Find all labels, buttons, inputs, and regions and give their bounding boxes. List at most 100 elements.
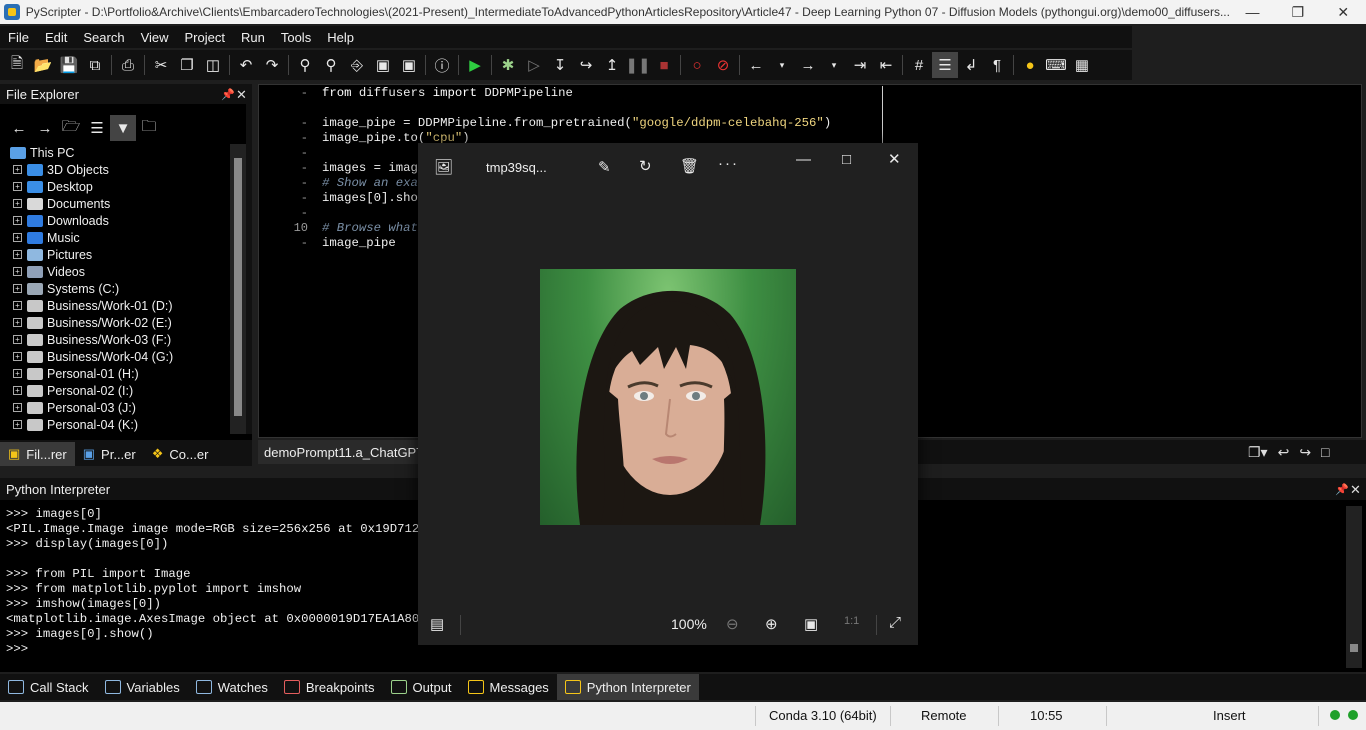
editor-tab-active[interactable]: demoPrompt11.a_ChatGPT (258, 440, 431, 464)
expand-icon[interactable]: + (13, 369, 22, 378)
tree-item[interactable]: + Pictures (0, 246, 230, 263)
run-icon[interactable]: ▶ (462, 52, 488, 78)
tree-item[interactable]: + Business/Work-04 (G:) (0, 348, 230, 365)
new-file-icon[interactable]: 🗎 (4, 52, 30, 78)
interpreter-scrollbar[interactable] (1346, 506, 1362, 668)
tab-watches[interactable]: Watches (188, 674, 276, 700)
open-file-icon[interactable]: 📂 (30, 52, 56, 78)
expand-icon[interactable]: + (13, 267, 22, 276)
filmstrip-icon[interactable]: ▤ (430, 615, 444, 633)
menu-tools[interactable]: Tools (273, 30, 319, 45)
search-panel-icon[interactable]: ▣ (396, 52, 422, 78)
line-numbers-icon[interactable]: ☰ (932, 52, 958, 78)
viewer-maximize-button[interactable]: □ (842, 151, 851, 168)
tab-code-explorer[interactable]: ❖ Co...er (143, 442, 217, 466)
pause-icon[interactable]: ❚❚ (625, 52, 651, 78)
menu-search[interactable]: Search (75, 30, 132, 45)
expand-icon[interactable]: + (13, 284, 22, 293)
info-icon[interactable]: ⓘ (429, 52, 455, 78)
tab-breakpoints[interactable]: Breakpoints (276, 674, 383, 700)
tree-item[interactable]: + Music (0, 229, 230, 246)
toggle-comment-icon[interactable]: # (906, 52, 932, 78)
tab-project-explorer[interactable]: ▣ Pr...er (74, 442, 144, 466)
clear-breakpoints-icon[interactable]: ⊘ (710, 52, 736, 78)
expand-icon[interactable]: + (13, 250, 22, 259)
stop-icon[interactable]: ■ (651, 52, 677, 78)
previous-tab-icon[interactable]: ↩ (1278, 444, 1290, 461)
step-out-icon[interactable]: ↥ (599, 52, 625, 78)
print-icon[interactable]: ⎙ (115, 52, 141, 78)
restore-button[interactable]: ❐ (1275, 0, 1320, 24)
step-into-icon[interactable]: ↧ (547, 52, 573, 78)
tree-item-this-pc[interactable]: This PC (0, 144, 230, 161)
save-icon[interactable]: 💾 (56, 52, 82, 78)
tree-item[interactable]: + Documents (0, 195, 230, 212)
next-tab-icon[interactable]: ↪ (1299, 444, 1311, 461)
new-folder-icon[interactable]: 🗀 (136, 115, 162, 141)
more-options-icon[interactable]: ··· (718, 155, 739, 172)
tab-variables[interactable]: Variables (97, 674, 188, 700)
expand-icon[interactable]: + (13, 199, 22, 208)
forward-dropdown-icon[interactable]: ▾ (821, 52, 847, 78)
menu-edit[interactable]: Edit (37, 30, 75, 45)
view-options-icon[interactable]: ☰ (84, 115, 110, 141)
indent-icon[interactable]: ⇥ (847, 52, 873, 78)
filter-icon[interactable]: ▼ (110, 115, 136, 141)
tree-item[interactable]: + Business/Work-02 (E:) (0, 314, 230, 331)
tree-item[interactable]: +3D Objects (0, 161, 230, 178)
close-panel-icon[interactable]: ✕ (1350, 482, 1361, 498)
find-next-icon[interactable]: ⚲ (318, 52, 344, 78)
tree-item[interactable]: + Desktop (0, 178, 230, 195)
code-line[interactable]: from diffusers import DDPMPipeline (322, 86, 831, 101)
tree-item[interactable]: + Personal-02 (I:) (0, 382, 230, 399)
pin-icon[interactable]: 📌 (1335, 483, 1349, 496)
replace-icon[interactable]: ⎆ (344, 52, 370, 78)
find-icon[interactable]: ⚲ (292, 52, 318, 78)
back-icon[interactable]: ← (743, 52, 769, 78)
tab-output[interactable]: Output (383, 674, 460, 700)
toggle-breakpoint-icon[interactable]: ○ (684, 52, 710, 78)
python-versions-icon[interactable]: ● (1017, 52, 1043, 78)
show-special-chars-icon[interactable]: ¶ (984, 52, 1010, 78)
tree-item[interactable]: + Business/Work-03 (F:) (0, 331, 230, 348)
expand-icon[interactable]: + (13, 352, 22, 361)
expand-icon[interactable]: + (13, 386, 22, 395)
expand-icon[interactable]: + (13, 403, 22, 412)
expand-icon[interactable]: + (13, 318, 22, 327)
layouts-icon[interactable]: ▦ (1069, 52, 1095, 78)
close-button[interactable]: ✕ (1321, 0, 1366, 24)
menu-help[interactable]: Help (319, 30, 362, 45)
engine-mode[interactable]: Remote (921, 708, 967, 723)
delete-icon[interactable]: 🗑 (680, 157, 699, 175)
tree-item[interactable]: + Business/Work-01 (D:) (0, 297, 230, 314)
python-environment[interactable]: Conda 3.10 (64bit) (769, 708, 877, 723)
expand-icon[interactable]: + (13, 216, 22, 225)
dedent-icon[interactable]: ⇤ (873, 52, 899, 78)
zoom-in-icon[interactable]: ⊕ (765, 615, 778, 633)
minimize-button[interactable]: — (1230, 0, 1275, 24)
copy-icon[interactable]: ❐ (174, 52, 200, 78)
expand-icon[interactable]: + (13, 335, 22, 344)
paste-icon[interactable]: ◫ (200, 52, 226, 78)
splitter[interactable] (246, 88, 252, 434)
expand-icon[interactable]: + (13, 301, 22, 310)
fullscreen-icon[interactable]: ⤢ (889, 614, 901, 631)
tree-item[interactable]: + Personal-04 (K:) (0, 416, 230, 433)
interpreter-console[interactable]: >>> images[0] <PIL.Image.Image image mode… (6, 507, 441, 657)
tab-call-stack[interactable]: Call Stack (0, 674, 97, 700)
word-wrap-icon[interactable]: ↲ (958, 52, 984, 78)
viewer-minimize-button[interactable]: — (796, 151, 811, 168)
keyboard-icon[interactable]: ⌨ (1043, 52, 1069, 78)
menu-run[interactable]: Run (233, 30, 273, 45)
code-line[interactable] (322, 101, 831, 116)
code-line[interactable]: image_pipe = DDPMPipeline.from_pretraine… (322, 116, 831, 131)
scrollbar-thumb[interactable] (1350, 644, 1358, 652)
tab-list-icon[interactable]: ❐▾ (1248, 444, 1268, 461)
tab-python-interpreter[interactable]: Python Interpreter (556, 674, 699, 700)
menu-view[interactable]: View (133, 30, 177, 45)
tree-item[interactable]: + Personal-03 (J:) (0, 399, 230, 416)
tree-item[interactable]: + Personal-01 (H:) (0, 365, 230, 382)
back-dropdown-icon[interactable]: ▾ (769, 52, 795, 78)
undo-icon[interactable]: ↶ (233, 52, 259, 78)
edit-image-icon[interactable]: ✎ (598, 158, 611, 176)
